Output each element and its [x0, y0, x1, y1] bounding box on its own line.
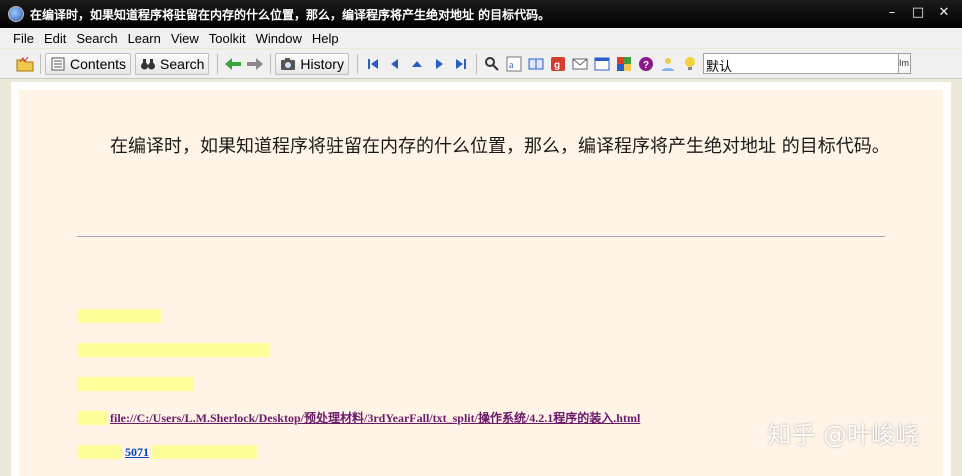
- toolbar-separator: [356, 53, 358, 74]
- content-area: 在编译时，如果知道程序将驻留在内存的什么位置，那么，编译程序将产生绝对地址 的目…: [19, 90, 943, 476]
- window-title: 在编译时，如果知道程序将驻留在内存的什么位置，那么，编译程序将产生绝对地址 的目…: [30, 7, 551, 22]
- back-arrow-icon[interactable]: [224, 55, 242, 73]
- history-button[interactable]: History: [275, 52, 349, 75]
- highlight-block: [77, 377, 194, 391]
- toolbar: Contents Search History a g ? 默认 Im: [0, 49, 962, 79]
- menu-window[interactable]: Window: [251, 31, 307, 46]
- minimize-button[interactable]: –: [882, 4, 902, 22]
- mail-icon[interactable]: [571, 55, 589, 73]
- book-icon[interactable]: [527, 55, 545, 73]
- contents-label: Contents: [70, 55, 127, 72]
- bulb-icon[interactable]: [681, 55, 699, 73]
- maximize-button[interactable]: □: [908, 4, 928, 22]
- highlight-block: [77, 343, 269, 357]
- window-icon[interactable]: [593, 55, 611, 73]
- next-page-icon[interactable]: [430, 55, 448, 73]
- forward-arrow-icon[interactable]: [246, 55, 264, 73]
- find-icon[interactable]: [483, 55, 501, 73]
- last-page-icon[interactable]: [452, 55, 470, 73]
- menu-toolkit[interactable]: Toolkit: [204, 31, 251, 46]
- contents-icon: [51, 57, 65, 70]
- watermark: 知乎 @叶峻峣: [767, 421, 919, 449]
- menu-learn[interactable]: Learn: [123, 31, 166, 46]
- svg-text:a: a: [509, 60, 514, 71]
- meta-line: 5071: [77, 444, 257, 460]
- toolbar-separator: [217, 53, 219, 74]
- toolbar-separator: [270, 53, 272, 74]
- number-link[interactable]: 5071: [125, 445, 149, 459]
- source-file-link[interactable]: file://C:/Users/L.M.Sherlock/Desktop/预处理…: [110, 411, 640, 425]
- menu-view[interactable]: View: [166, 31, 204, 46]
- menu-search[interactable]: Search: [71, 31, 122, 46]
- divider: [77, 236, 885, 237]
- binoculars-icon: [141, 58, 156, 69]
- google-icon[interactable]: g: [549, 55, 567, 73]
- menu-file[interactable]: File: [0, 31, 39, 46]
- search-label: Search: [160, 55, 205, 72]
- window-edge: [951, 82, 962, 476]
- title-bar: 在编译时，如果知道程序将驻留在内存的什么位置，那么，编译程序将产生绝对地址 的目…: [0, 0, 962, 28]
- highlight-block: [77, 411, 107, 425]
- open-folder-icon[interactable]: [16, 55, 34, 73]
- close-button[interactable]: ✕: [934, 4, 954, 22]
- highlight-block: [77, 309, 161, 323]
- camera-icon: [281, 57, 296, 70]
- toolbar-separator: [475, 53, 477, 74]
- meta-line: file://C:/Users/L.M.Sherlock/Desktop/预处理…: [77, 410, 640, 426]
- search-button[interactable]: Search: [135, 52, 210, 75]
- meta-line: [77, 342, 269, 358]
- window-controls: – □ ✕: [882, 4, 954, 22]
- highlight-block: [152, 445, 257, 459]
- font-icon[interactable]: a: [505, 55, 523, 73]
- search-input[interactable]: 默认: [702, 53, 899, 75]
- toolbar-separator: [40, 53, 41, 74]
- search-go-button[interactable]: Im: [898, 53, 911, 74]
- meta-line: [77, 376, 194, 392]
- menu-edit[interactable]: Edit: [39, 31, 71, 46]
- svg-text:?: ?: [643, 60, 649, 71]
- menu-help[interactable]: Help: [307, 31, 344, 46]
- app-window: 在编译时，如果知道程序将驻留在内存的什么位置，那么，编译程序将产生绝对地址 的目…: [0, 0, 962, 476]
- main-paragraph: 在编译时，如果知道程序将驻留在内存的什么位置，那么，编译程序将产生绝对地址 的目…: [110, 136, 890, 157]
- contents-button[interactable]: Contents: [45, 52, 132, 75]
- user-icon[interactable]: [659, 55, 677, 73]
- history-label: History: [300, 55, 344, 72]
- meta-line: [77, 308, 161, 324]
- app-icon: [8, 6, 24, 22]
- content-frame: 在编译时，如果知道程序将驻留在内存的什么位置，那么，编译程序将产生绝对地址 的目…: [11, 82, 951, 476]
- first-page-icon[interactable]: [364, 55, 382, 73]
- menu-bar: File Edit Search Learn View Toolkit Wind…: [0, 28, 962, 48]
- highlight-block: [77, 445, 122, 459]
- up-icon[interactable]: [408, 55, 426, 73]
- help-icon[interactable]: ?: [637, 55, 655, 73]
- color-icon[interactable]: [615, 55, 633, 73]
- svg-text:g: g: [554, 60, 560, 71]
- prev-page-icon[interactable]: [386, 55, 404, 73]
